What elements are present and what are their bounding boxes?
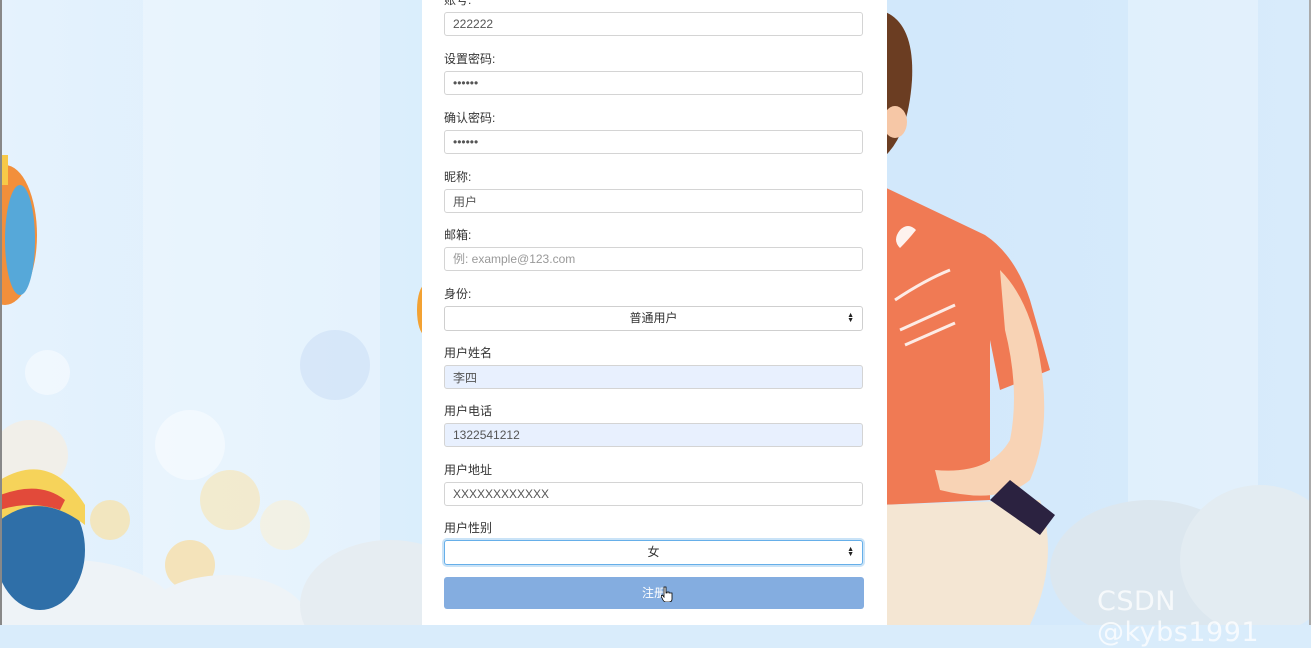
bokeh-light <box>260 500 310 550</box>
gender-label: 用户性别 <box>444 521 493 535</box>
password-label: 设置密码: <box>444 52 496 66</box>
identity-select[interactable]: 普通用户 ▲ ▼ <box>444 306 863 331</box>
real-name-label: 用户姓名 <box>444 346 493 360</box>
phone-label: 用户电话 <box>444 404 493 418</box>
bokeh-light <box>300 330 370 400</box>
gender-selected-value: 女 <box>647 545 660 559</box>
bokeh-light <box>90 500 130 540</box>
bokeh-light <box>25 350 70 395</box>
gender-select[interactable]: 女 ▲ ▼ <box>444 540 863 565</box>
select-arrows-icon: ▲ ▼ <box>847 312 854 324</box>
address-input[interactable] <box>444 482 863 506</box>
bokeh-light <box>155 410 225 480</box>
select-arrows-icon: ▲ ▼ <box>847 546 854 558</box>
real-name-input[interactable] <box>444 365 863 389</box>
email-label: 邮箱: <box>444 228 472 242</box>
confirm-password-label: 确认密码: <box>444 111 496 125</box>
identity-label: 身份: <box>444 287 472 301</box>
account-input[interactable] <box>444 12 863 36</box>
register-button[interactable]: 注册 <box>444 577 864 609</box>
watermark-text: CSDN @kybs1991 <box>1097 586 1260 648</box>
bokeh-light <box>200 470 260 530</box>
address-label: 用户地址 <box>444 463 493 477</box>
confirm-password-input[interactable] <box>444 130 863 154</box>
nickname-label: 昵称: <box>444 170 472 184</box>
register-form-panel: 账号: 设置密码: 确认密码: 昵称: 邮箱: 身份: 普通用户 ▲▼ 用户姓名… <box>422 0 887 625</box>
account-label: 账号: <box>444 0 472 7</box>
hand-pointer-icon <box>661 586 673 602</box>
balloon-decoration <box>0 155 37 305</box>
character-illustration <box>880 10 1055 625</box>
email-input[interactable] <box>444 247 863 271</box>
phone-input[interactable] <box>444 423 863 447</box>
window-border-left <box>0 0 2 625</box>
cup-decoration <box>0 420 85 610</box>
password-input[interactable] <box>444 71 863 95</box>
nickname-input[interactable] <box>444 189 863 213</box>
identity-selected-value: 普通用户 <box>629 311 678 325</box>
